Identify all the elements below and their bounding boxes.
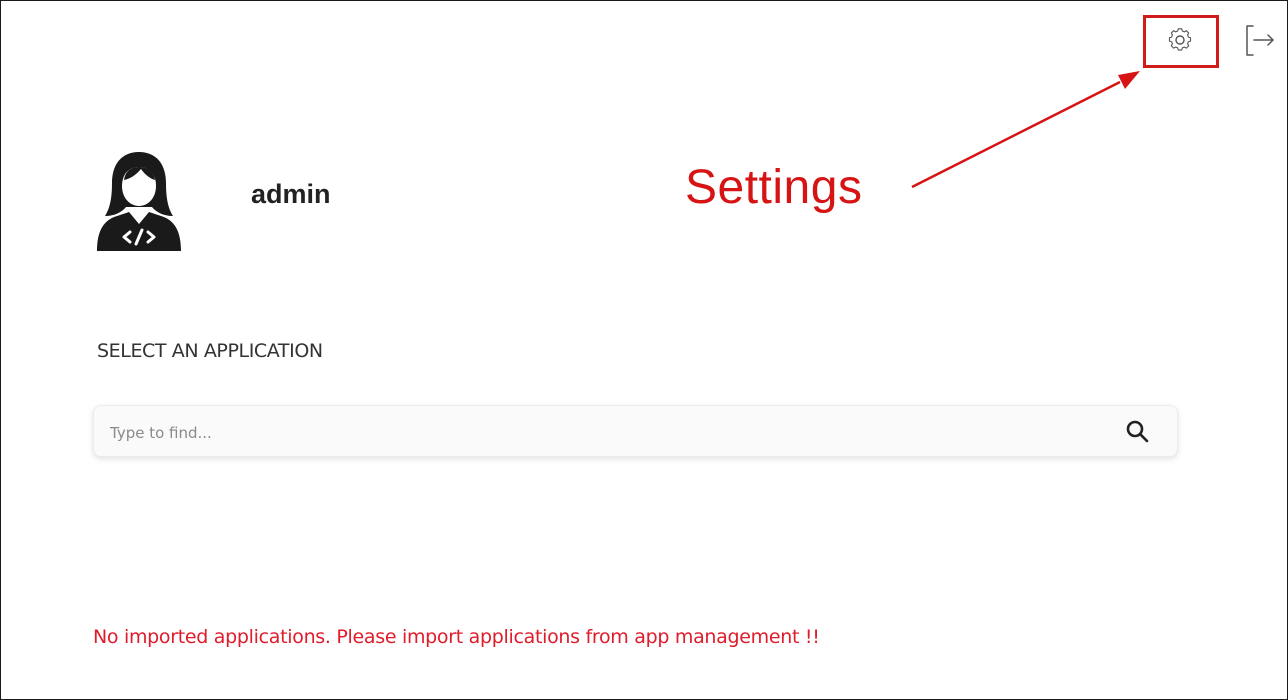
username: admin: [251, 179, 331, 209]
user-avatar: [95, 150, 183, 252]
search-box: [93, 405, 1178, 457]
section-title: SELECT AN APPLICATION: [97, 340, 323, 362]
annotation-label: Settings: [685, 161, 863, 214]
settings-highlight-box: [1143, 15, 1219, 68]
developer-avatar-icon: [97, 152, 181, 251]
logout-icon: [1246, 25, 1274, 56]
search-button[interactable]: [1124, 418, 1152, 446]
search-input[interactable]: [108, 418, 1092, 448]
empty-apps-message: No imported applications. Please import …: [93, 626, 820, 648]
search-icon: [1126, 420, 1149, 443]
logout-button[interactable]: [1242, 22, 1278, 58]
